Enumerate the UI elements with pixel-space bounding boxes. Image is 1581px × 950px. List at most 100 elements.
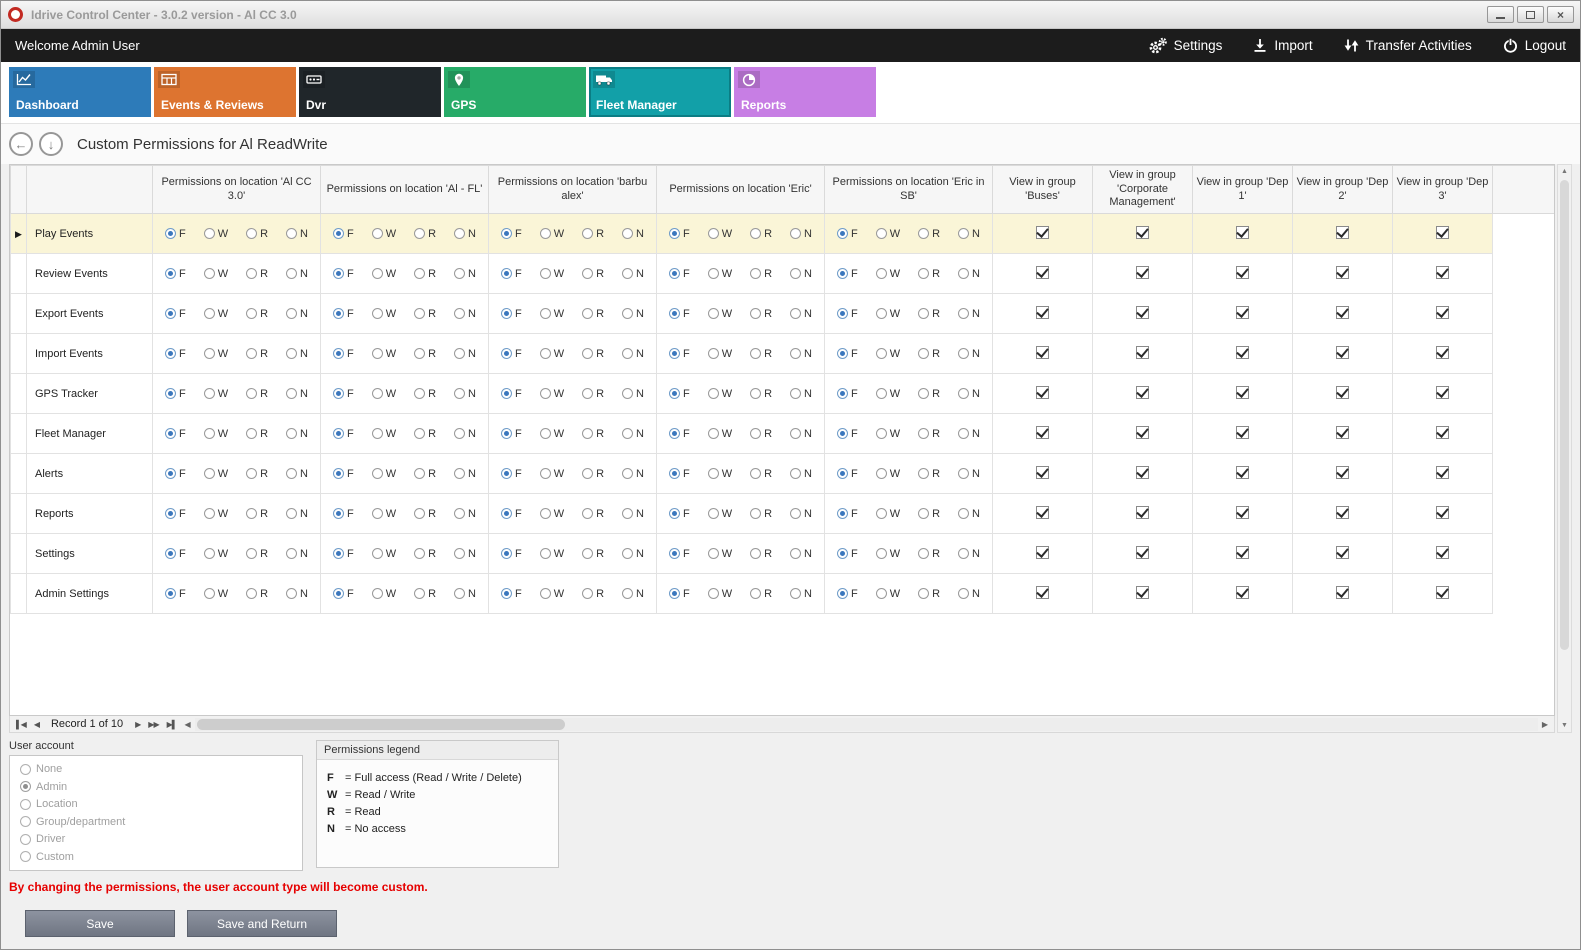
back-circle-button[interactable]: ←: [9, 132, 33, 156]
view-group-checkbox[interactable]: [1436, 586, 1449, 599]
radio-option-N[interactable]: N: [958, 548, 980, 560]
tab-events-reviews[interactable]: Events & Reviews: [154, 67, 296, 117]
radio-option-R[interactable]: R: [246, 268, 268, 280]
radio-option-F[interactable]: F: [669, 588, 690, 600]
column-header[interactable]: Permissions on location 'barbu alex': [489, 166, 657, 214]
radio-option-N[interactable]: N: [286, 348, 308, 360]
view-group-checkbox[interactable]: [1336, 226, 1349, 239]
radio-option-F[interactable]: F: [837, 348, 858, 360]
radio-option-R[interactable]: R: [918, 468, 940, 480]
radio-option-R[interactable]: R: [246, 468, 268, 480]
hscroll-thumb[interactable]: [197, 719, 565, 730]
radio-option-W[interactable]: W: [540, 348, 564, 360]
radio-option-N[interactable]: N: [286, 308, 308, 320]
permission-row-label[interactable]: Settings: [27, 534, 153, 574]
radio-option-N[interactable]: N: [958, 388, 980, 400]
radio-option-N[interactable]: N: [790, 468, 812, 480]
view-group-checkbox[interactable]: [1436, 386, 1449, 399]
radio-option-F[interactable]: F: [837, 268, 858, 280]
radio-option-R[interactable]: R: [246, 348, 268, 360]
permission-row-label[interactable]: Alerts: [27, 454, 153, 494]
radio-option-N[interactable]: N: [454, 268, 476, 280]
radio-option-F[interactable]: F: [165, 468, 186, 480]
permission-row-label[interactable]: Review Events: [27, 254, 153, 294]
radio-option-F[interactable]: F: [669, 348, 690, 360]
column-header[interactable]: Permissions on location 'Eric in SB': [825, 166, 993, 214]
view-group-checkbox[interactable]: [1436, 346, 1449, 359]
vscroll-down-arrow[interactable]: ▼: [1558, 719, 1571, 732]
view-group-checkbox[interactable]: [1236, 306, 1249, 319]
radio-option-R[interactable]: R: [246, 228, 268, 240]
view-group-checkbox[interactable]: [1336, 506, 1349, 519]
view-group-checkbox[interactable]: [1036, 346, 1049, 359]
nav-last-button[interactable]: ▶▌: [163, 720, 181, 729]
view-group-checkbox[interactable]: [1236, 586, 1249, 599]
radio-option-R[interactable]: R: [582, 228, 604, 240]
radio-option-W[interactable]: W: [204, 468, 228, 480]
radio-option-R[interactable]: R: [750, 388, 772, 400]
radio-option-R[interactable]: R: [246, 388, 268, 400]
radio-option-F[interactable]: F: [669, 508, 690, 520]
column-header[interactable]: View in group 'Dep 2': [1293, 166, 1393, 214]
view-group-checkbox[interactable]: [1136, 506, 1149, 519]
tab-fleet-manager[interactable]: Fleet Manager: [589, 67, 731, 117]
view-group-checkbox[interactable]: [1236, 226, 1249, 239]
radio-option-W[interactable]: W: [876, 268, 900, 280]
radio-option-R[interactable]: R: [750, 588, 772, 600]
radio-option-N[interactable]: N: [790, 548, 812, 560]
radio-option-W[interactable]: W: [540, 308, 564, 320]
radio-option-F[interactable]: F: [501, 508, 522, 520]
radio-option-W[interactable]: W: [204, 508, 228, 520]
radio-option-F[interactable]: F: [165, 548, 186, 560]
view-group-checkbox[interactable]: [1436, 266, 1449, 279]
radio-option-W[interactable]: W: [876, 468, 900, 480]
view-group-checkbox[interactable]: [1136, 386, 1149, 399]
radio-option-F[interactable]: F: [837, 468, 858, 480]
view-group-checkbox[interactable]: [1236, 426, 1249, 439]
radio-option-F[interactable]: F: [333, 588, 354, 600]
radio-option-N[interactable]: N: [958, 468, 980, 480]
hscroll-left-arrow[interactable]: ◀: [180, 720, 194, 729]
radio-option-W[interactable]: W: [372, 388, 396, 400]
radio-option-F[interactable]: F: [501, 268, 522, 280]
view-group-checkbox[interactable]: [1236, 346, 1249, 359]
radio-option-N[interactable]: N: [790, 348, 812, 360]
column-header[interactable]: View in group 'Buses': [993, 166, 1093, 214]
vertical-scrollbar[interactable]: ▲ ▼: [1557, 164, 1572, 733]
radio-option-R[interactable]: R: [246, 428, 268, 440]
radio-option-W[interactable]: W: [708, 388, 732, 400]
radio-option-N[interactable]: N: [454, 388, 476, 400]
radio-option-F[interactable]: F: [165, 228, 186, 240]
radio-option-W[interactable]: W: [708, 428, 732, 440]
radio-option-W[interactable]: W: [876, 588, 900, 600]
view-group-checkbox[interactable]: [1136, 426, 1149, 439]
view-group-checkbox[interactable]: [1336, 386, 1349, 399]
radio-option-F[interactable]: F: [165, 428, 186, 440]
radio-option-R[interactable]: R: [414, 228, 436, 240]
radio-option-N[interactable]: N: [958, 348, 980, 360]
radio-option-N[interactable]: N: [622, 228, 644, 240]
radio-option-W[interactable]: W: [540, 268, 564, 280]
column-header[interactable]: View in group 'Corporate Management': [1093, 166, 1193, 214]
view-group-checkbox[interactable]: [1336, 466, 1349, 479]
radio-option-N[interactable]: N: [286, 468, 308, 480]
permission-row-label[interactable]: Play Events: [27, 214, 153, 254]
radio-option-F[interactable]: F: [669, 388, 690, 400]
vscroll-up-arrow[interactable]: ▲: [1558, 165, 1571, 178]
radio-option-W[interactable]: W: [372, 548, 396, 560]
radio-option-R[interactable]: R: [414, 308, 436, 320]
radio-option-W[interactable]: W: [372, 228, 396, 240]
radio-option-R[interactable]: R: [918, 268, 940, 280]
radio-option-N[interactable]: N: [454, 588, 476, 600]
maximize-button[interactable]: [1517, 6, 1544, 23]
radio-option-W[interactable]: W: [372, 428, 396, 440]
radio-option-W[interactable]: W: [540, 588, 564, 600]
titlebar[interactable]: Idrive Control Center - 3.0.2 version - …: [1, 1, 1580, 29]
settings-action[interactable]: Settings: [1148, 37, 1223, 55]
radio-option-R[interactable]: R: [414, 388, 436, 400]
radio-option-R[interactable]: R: [582, 508, 604, 520]
radio-option-F[interactable]: F: [837, 308, 858, 320]
radio-option-W[interactable]: W: [204, 428, 228, 440]
radio-option-W[interactable]: W: [708, 468, 732, 480]
view-group-checkbox[interactable]: [1436, 546, 1449, 559]
